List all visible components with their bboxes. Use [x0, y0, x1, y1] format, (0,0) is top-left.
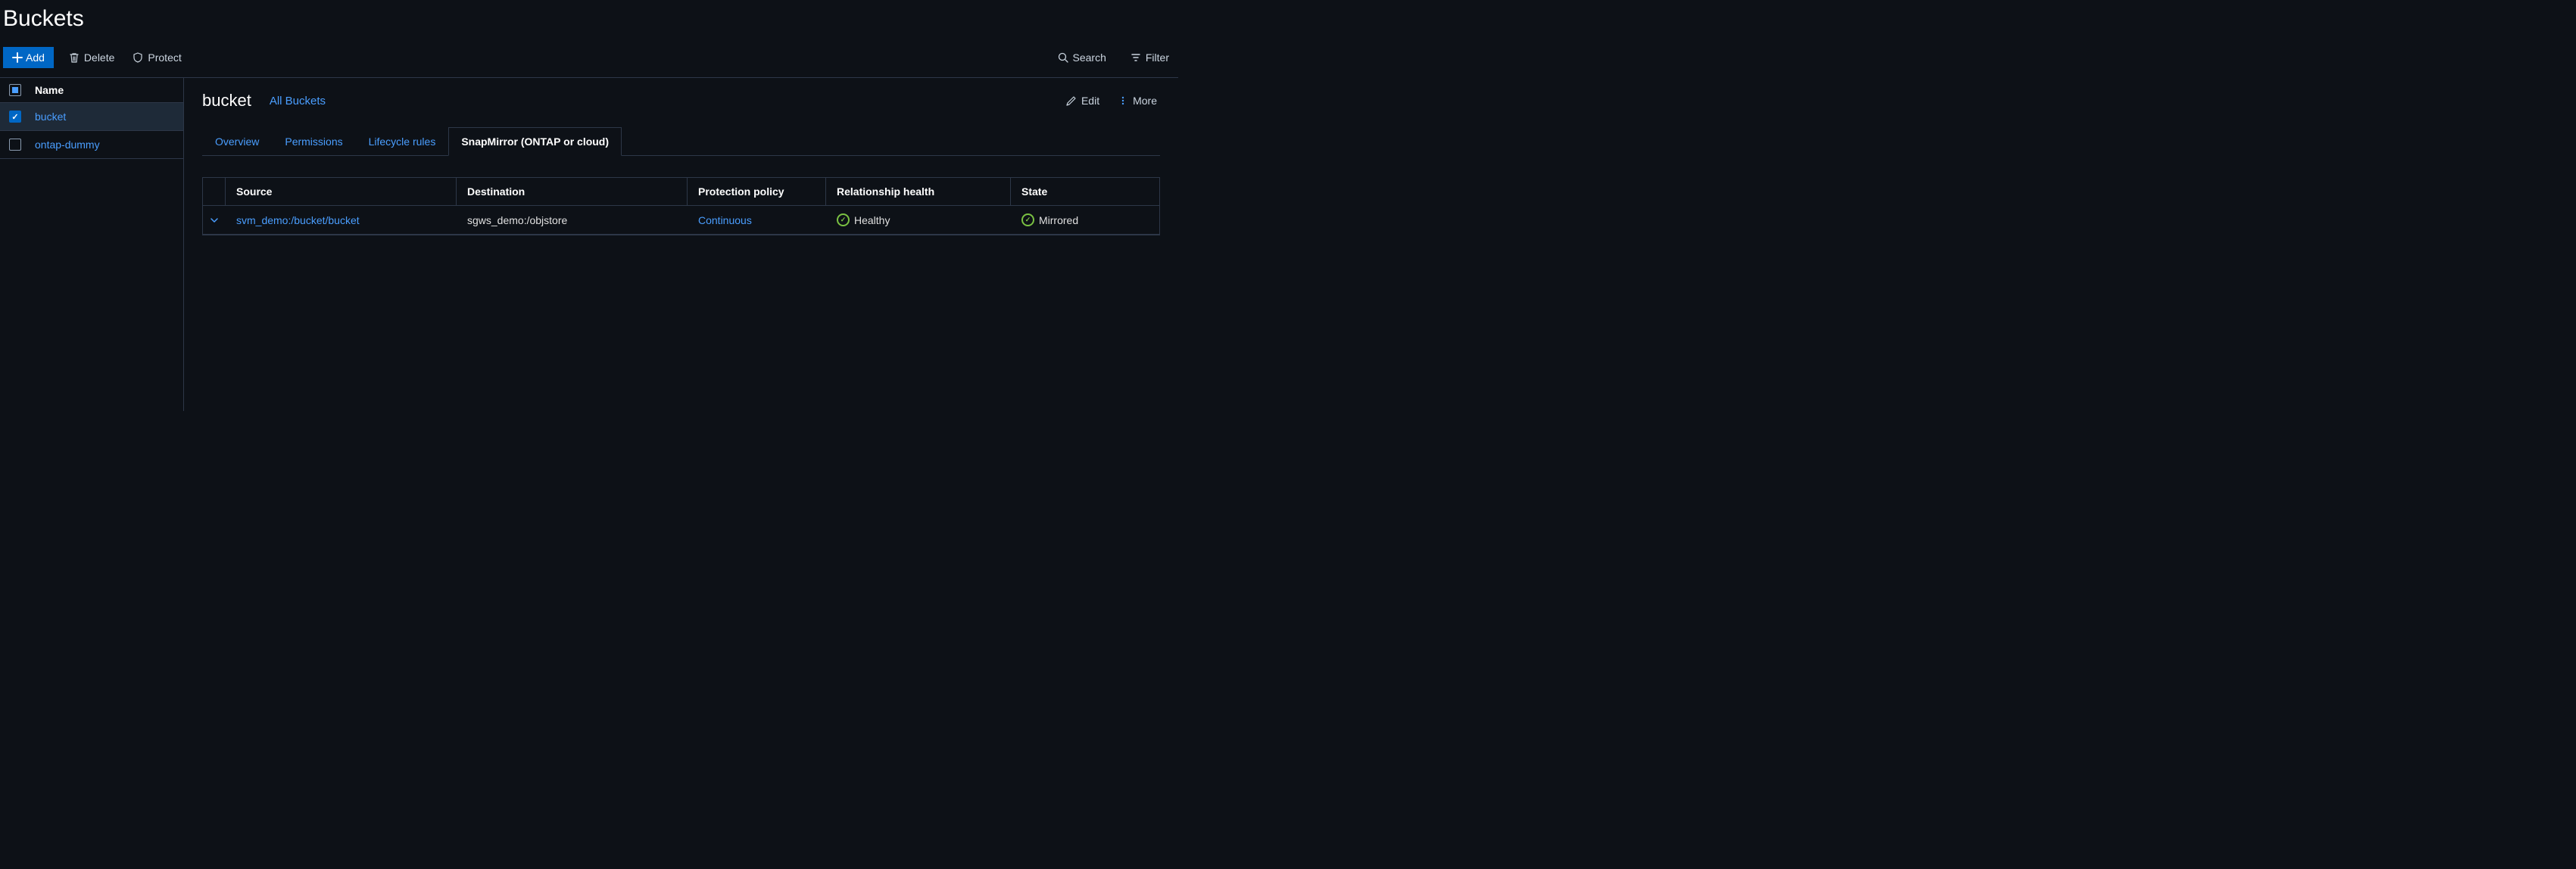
list-item-checkbox[interactable]: [9, 139, 21, 151]
cell-destination: sgws_demo:/objstore: [457, 207, 688, 234]
search-button[interactable]: Search: [1055, 47, 1109, 68]
edit-button[interactable]: Edit: [1063, 90, 1102, 111]
cell-state-text: Mirrored: [1039, 214, 1078, 226]
protect-button[interactable]: Protect: [129, 47, 184, 68]
detail-panel: bucket All Buckets Edit More Overview: [184, 78, 1178, 411]
filter-button-label: Filter: [1146, 51, 1169, 64]
column-state[interactable]: State: [1011, 178, 1159, 205]
add-button[interactable]: Add: [3, 47, 54, 68]
chevron-down-icon: [210, 216, 219, 225]
list-item-checkbox[interactable]: [9, 111, 21, 123]
tab-snapmirror[interactable]: SnapMirror (ONTAP or cloud): [448, 127, 622, 156]
table-row: svm_demo:/bucket/bucket sgws_demo:/objst…: [203, 206, 1159, 235]
cell-policy[interactable]: Continuous: [688, 207, 826, 234]
protect-button-label: Protect: [148, 51, 181, 64]
tab-overview[interactable]: Overview: [202, 127, 272, 156]
shield-icon: [133, 52, 143, 63]
snapmirror-table: Source Destination Protection policy Rel…: [202, 177, 1160, 235]
cell-source[interactable]: svm_demo:/bucket/bucket: [226, 207, 457, 234]
list-item-label: bucket: [35, 111, 66, 123]
list-header: Name: [0, 78, 183, 103]
trash-icon: [69, 52, 80, 63]
column-expand: [203, 178, 226, 205]
tab-permissions[interactable]: Permissions: [272, 127, 355, 156]
filter-icon: [1131, 52, 1141, 63]
add-button-label: Add: [26, 51, 45, 64]
toolbar: Add Delete Protect Search Filter: [0, 44, 1178, 77]
pencil-icon: [1066, 95, 1077, 106]
select-all-checkbox[interactable]: [9, 84, 21, 96]
bucket-list-sidebar: Name bucket ontap-dummy: [0, 78, 184, 411]
column-destination[interactable]: Destination: [457, 178, 688, 205]
list-header-label: Name: [35, 84, 64, 96]
breadcrumb-all[interactable]: All Buckets: [270, 95, 326, 107]
search-icon: [1058, 52, 1068, 63]
tabs: Overview Permissions Lifecycle rules Sna…: [202, 126, 1160, 156]
check-circle-icon: [1021, 213, 1034, 226]
check-circle-icon: [837, 213, 850, 226]
more-button-label: More: [1133, 95, 1157, 107]
delete-button[interactable]: Delete: [66, 47, 117, 68]
column-source[interactable]: Source: [226, 178, 457, 205]
search-button-label: Search: [1073, 51, 1106, 64]
list-item[interactable]: ontap-dummy: [0, 131, 183, 159]
filter-button[interactable]: Filter: [1127, 47, 1172, 68]
cell-health: Healthy: [826, 206, 1011, 234]
page-title: Buckets: [0, 0, 1178, 44]
plus-icon: [12, 52, 23, 63]
expand-toggle[interactable]: [203, 208, 226, 232]
more-vertical-icon: [1118, 95, 1128, 106]
list-item-label: ontap-dummy: [35, 139, 100, 151]
column-health[interactable]: Relationship health: [826, 178, 1011, 205]
column-policy[interactable]: Protection policy: [688, 178, 826, 205]
more-button[interactable]: More: [1115, 90, 1160, 111]
list-item[interactable]: bucket: [0, 103, 183, 131]
edit-button-label: Edit: [1081, 95, 1099, 107]
table-header-row: Source Destination Protection policy Rel…: [203, 178, 1159, 206]
tab-lifecycle[interactable]: Lifecycle rules: [356, 127, 449, 156]
delete-button-label: Delete: [84, 51, 114, 64]
cell-state: Mirrored: [1011, 206, 1159, 234]
cell-health-text: Healthy: [854, 214, 890, 226]
detail-title: bucket: [202, 91, 251, 111]
